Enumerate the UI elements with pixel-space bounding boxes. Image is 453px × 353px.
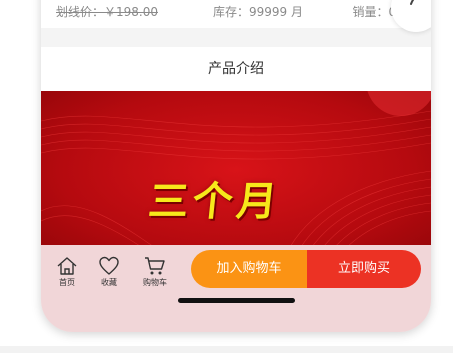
product-banner-image: 三个月 [41, 91, 431, 266]
home-indicator [178, 298, 295, 303]
phone-frame: 划线价：￥198.00 库存：99999 月 销量：0 月 产品介绍 三个月 首… [41, 0, 431, 332]
tab-favorite-label: 收藏 [101, 278, 117, 287]
tab-cart-label: 购物车 [143, 278, 167, 287]
home-icon [57, 257, 77, 275]
original-price: 划线价：￥198.00 [56, 5, 158, 19]
heart-icon [99, 256, 119, 275]
page-background-strip [0, 346, 453, 353]
banner-title: 三个月 [146, 178, 284, 225]
cart-icon [145, 257, 165, 275]
stock-count: 库存：99999 月 [213, 5, 303, 19]
tab-home-label: 首页 [59, 278, 75, 287]
add-to-cart-button[interactable]: 加入购物车 [191, 250, 307, 288]
section-title: 产品介绍 [41, 47, 431, 91]
tab-favorite[interactable]: 收藏 [89, 256, 129, 288]
bottom-action-bar: 首页 收藏 购物车 加入购物车 立即购买 [41, 245, 431, 332]
product-info-row: 划线价：￥198.00 库存：99999 月 销量：0 月 [41, 0, 431, 28]
tab-cart[interactable]: 购物车 [135, 256, 175, 288]
buy-now-button[interactable]: 立即购买 [307, 250, 421, 288]
tab-home[interactable]: 首页 [47, 256, 87, 288]
share-icon [410, 0, 415, 5]
